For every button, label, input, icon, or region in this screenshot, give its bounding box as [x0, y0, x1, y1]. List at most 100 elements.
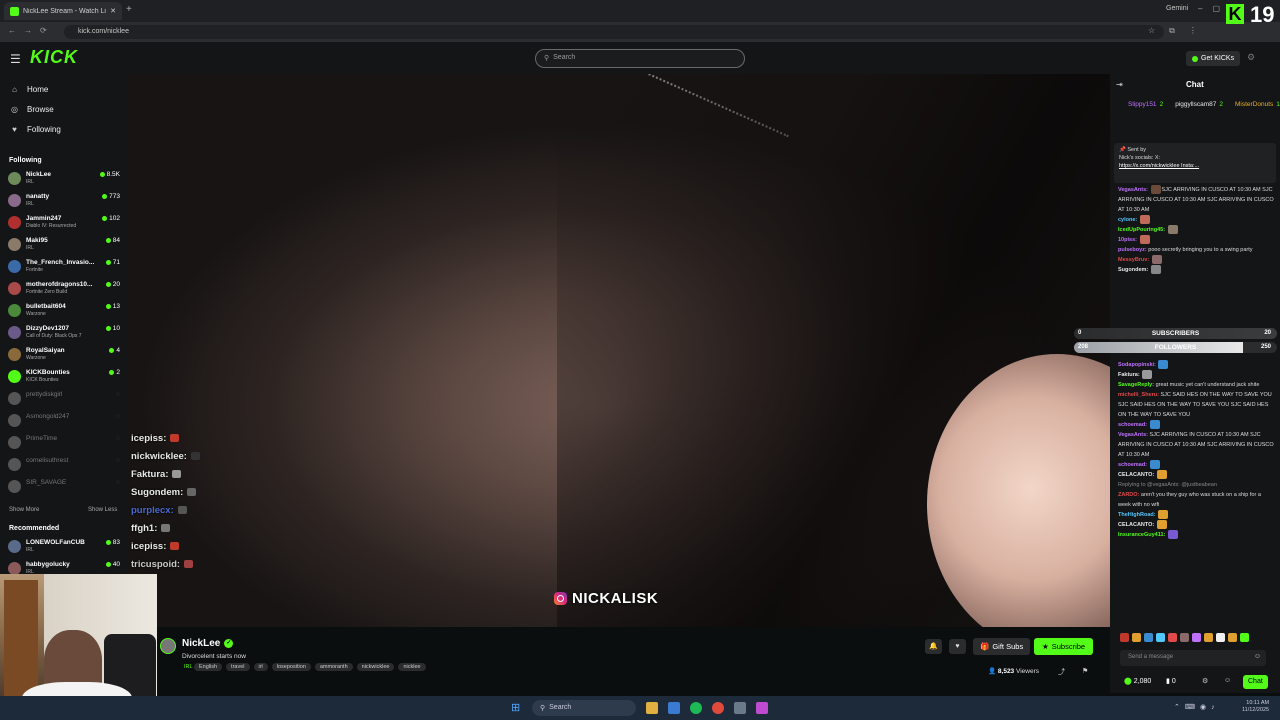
sidebar-item-following[interactable]: ♥ Following: [10, 125, 61, 134]
emote-icon[interactable]: [1228, 633, 1237, 642]
app-icon[interactable]: [756, 702, 768, 714]
sidebar-channel-item[interactable]: bulletbait604 Warzone 13: [8, 303, 120, 323]
emote-icon[interactable]: [1144, 633, 1153, 642]
emote-icon[interactable]: [1156, 633, 1165, 642]
browser-toolbar-icons[interactable]: ☆⧉⋮: [1148, 26, 1211, 36]
chat-username[interactable]: Sugondem:: [1118, 267, 1148, 273]
stream-tag[interactable]: irl: [253, 663, 268, 671]
url-field[interactable]: kick.com/nicklee: [64, 25, 1164, 39]
chat-username[interactable]: schoemad:: [1118, 462, 1147, 468]
new-tab-button[interactable]: +: [126, 4, 132, 15]
store-icon[interactable]: [668, 702, 680, 714]
chat-username[interactable]: CELACANTO:: [1118, 522, 1154, 528]
windows-start-icon[interactable]: ⊞: [511, 702, 523, 714]
stream-category[interactable]: IRL: [184, 664, 193, 670]
browser-tab[interactable]: NickLee Stream - Watch Li... ✕: [4, 2, 122, 20]
sidebar-channel-item[interactable]: NickLee IRL 8.5K: [8, 171, 120, 191]
chat-username[interactable]: CELACANTO:: [1118, 472, 1154, 478]
chat-message[interactable]: IcedUpPouring45:: [1118, 225, 1275, 235]
chat-message[interactable]: InsuranceGuy411:: [1118, 530, 1275, 540]
subscribe-button[interactable]: ★ Subscribe: [1034, 638, 1094, 655]
search-input[interactable]: ⚲ Search: [535, 49, 745, 68]
chat-send-button[interactable]: Chat: [1243, 675, 1268, 689]
chat-username[interactable]: Faktura:: [1118, 372, 1140, 378]
video-player[interactable]: [127, 74, 1110, 627]
sidebar-item-browse[interactable]: ◎ Browse: [10, 105, 54, 114]
menu-icon[interactable]: ☰: [10, 52, 21, 66]
emoji-picker-icon[interactable]: ☺: [1254, 653, 1261, 660]
chat-username[interactable]: MessyBruv:: [1118, 257, 1149, 263]
chrome-icon[interactable]: [712, 702, 724, 714]
emote-icon[interactable]: [1192, 633, 1201, 642]
app-icon[interactable]: [734, 702, 746, 714]
sidebar-channel-item[interactable]: The_French_Invasio... Fortnite 71: [8, 259, 120, 279]
pinned-link[interactable]: https://x.com/nickwicklee Insta:...: [1119, 163, 1199, 169]
chat-username[interactable]: VegasAnts:: [1118, 432, 1148, 438]
emote-icon[interactable]: [1240, 633, 1249, 642]
chat-username[interactable]: cylone:: [1118, 217, 1137, 223]
profile-icon[interactable]: ⚙: [1247, 52, 1255, 63]
taskbar-search[interactable]: ⚲ Search: [532, 700, 636, 716]
sidebar-channel-item[interactable]: nanatty IRL 773: [8, 193, 120, 213]
streamer-avatar[interactable]: [160, 638, 176, 654]
sidebar-channel-item[interactable]: Asmongold247 ◌: [8, 413, 120, 433]
chat-message[interactable]: VegasAnts: SJC ARRIVING IN CUSCO AT 10:3…: [1118, 185, 1275, 215]
emote-icon[interactable]: [1132, 633, 1141, 642]
notification-bell-button[interactable]: 🔔: [925, 639, 942, 654]
sidebar-channel-item[interactable]: PrimeTime ◌: [8, 435, 120, 455]
chat-username[interactable]: InsuranceGuy411:: [1118, 532, 1165, 538]
spotify-icon[interactable]: [690, 702, 702, 714]
chat-message[interactable]: ZARDO: aren't you they guy who was stuck…: [1118, 490, 1275, 510]
gift-leader[interactable]: Slippy151 2: [1128, 101, 1163, 109]
nav-buttons[interactable]: ←→⟳: [8, 26, 55, 35]
stream-tag[interactable]: ammoranth: [314, 663, 353, 671]
chat-message[interactable]: MessyBruv:: [1118, 255, 1275, 265]
chat-message[interactable]: Sugondem:: [1118, 265, 1275, 275]
chat-username[interactable]: TheHighRoad:: [1118, 512, 1156, 518]
chat-username[interactable]: 10piss:: [1118, 237, 1137, 243]
sidebar-channel-item[interactable]: motherofdragons10... Fortnite Zero Build 2…: [8, 281, 120, 301]
file-explorer-icon[interactable]: [646, 702, 658, 714]
chat-username[interactable]: pulseboyz:: [1118, 247, 1147, 253]
gift-subs-button[interactable]: 🎁 Gift Subs: [973, 638, 1031, 655]
emote-icon[interactable]: [1216, 633, 1225, 642]
chat-message[interactable]: schoemad:: [1118, 420, 1275, 430]
chat-message[interactable]: Faktura:: [1118, 370, 1275, 380]
chat-username[interactable]: schoemad:: [1118, 422, 1147, 428]
chat-username[interactable]: Sodapopinski:: [1118, 362, 1156, 368]
share-icon[interactable]: ⤴: [1058, 667, 1065, 677]
emote-icon[interactable]: [1168, 633, 1177, 642]
chat-message[interactable]: schoemad:: [1118, 460, 1275, 470]
chat-username[interactable]: IcedUpPouring45:: [1118, 227, 1165, 233]
sidebar-channel-item[interactable]: LONEWOLFanCUB IRL 83: [8, 539, 120, 559]
chat-username[interactable]: ZARDO:: [1118, 492, 1139, 498]
sidebar-channel-item[interactable]: RoyalSaiyan Warzone 4: [8, 347, 120, 367]
chat-username[interactable]: SavageReply:: [1118, 382, 1154, 388]
sidebar-channel-item[interactable]: Maki95 IRL 84: [8, 237, 120, 257]
sidebar-channel-item[interactable]: DizzyDev1207 Call of Duty: Black Ops 7 10: [8, 325, 120, 345]
sidebar-channel-item[interactable]: SIR_SAVAGE ◌: [8, 479, 120, 499]
chat-message[interactable]: cylone:: [1118, 215, 1275, 225]
emote-icon[interactable]: [1204, 633, 1213, 642]
show-less-button[interactable]: Show Less: [88, 507, 117, 513]
chat-message[interactable]: 10piss:: [1118, 235, 1275, 245]
stream-tag[interactable]: travel: [226, 663, 250, 671]
stream-tag[interactable]: nicklee: [398, 663, 426, 671]
gift-leader[interactable]: MisterDonuts 1: [1235, 101, 1280, 109]
sidebar-channel-item[interactable]: Jammin247 Diablo IV: Resurrected 102: [8, 215, 120, 235]
system-tray[interactable]: ⌃⌨◉♪: [1174, 703, 1220, 711]
stream-tag[interactable]: English: [194, 663, 223, 671]
get-kicks-button[interactable]: Get KICKs: [1186, 51, 1241, 66]
sidebar-channel-item[interactable]: KICKBounties KICK Bounties 2: [8, 369, 120, 389]
stream-tag[interactable]: loseposition: [271, 663, 311, 671]
chat-message[interactable]: CELACANTO:: [1118, 470, 1275, 480]
kick-logo[interactable]: KICK: [30, 47, 78, 68]
chat-message[interactable]: VegasAnts: SJC ARRIVING IN CUSCO AT 10:3…: [1118, 430, 1275, 460]
ticket-balance[interactable]: ▮ 0: [1166, 677, 1176, 685]
chat-emote-icon[interactable]: ☺: [1224, 677, 1231, 684]
gemini-button[interactable]: Gemini: [1166, 5, 1188, 12]
chat-message[interactable]: Sodapopinski:: [1118, 360, 1275, 370]
emote-icon[interactable]: [1120, 633, 1129, 642]
report-flag-icon[interactable]: ⚑: [1082, 667, 1088, 675]
chat-message[interactable]: CELACANTO:: [1118, 520, 1275, 530]
